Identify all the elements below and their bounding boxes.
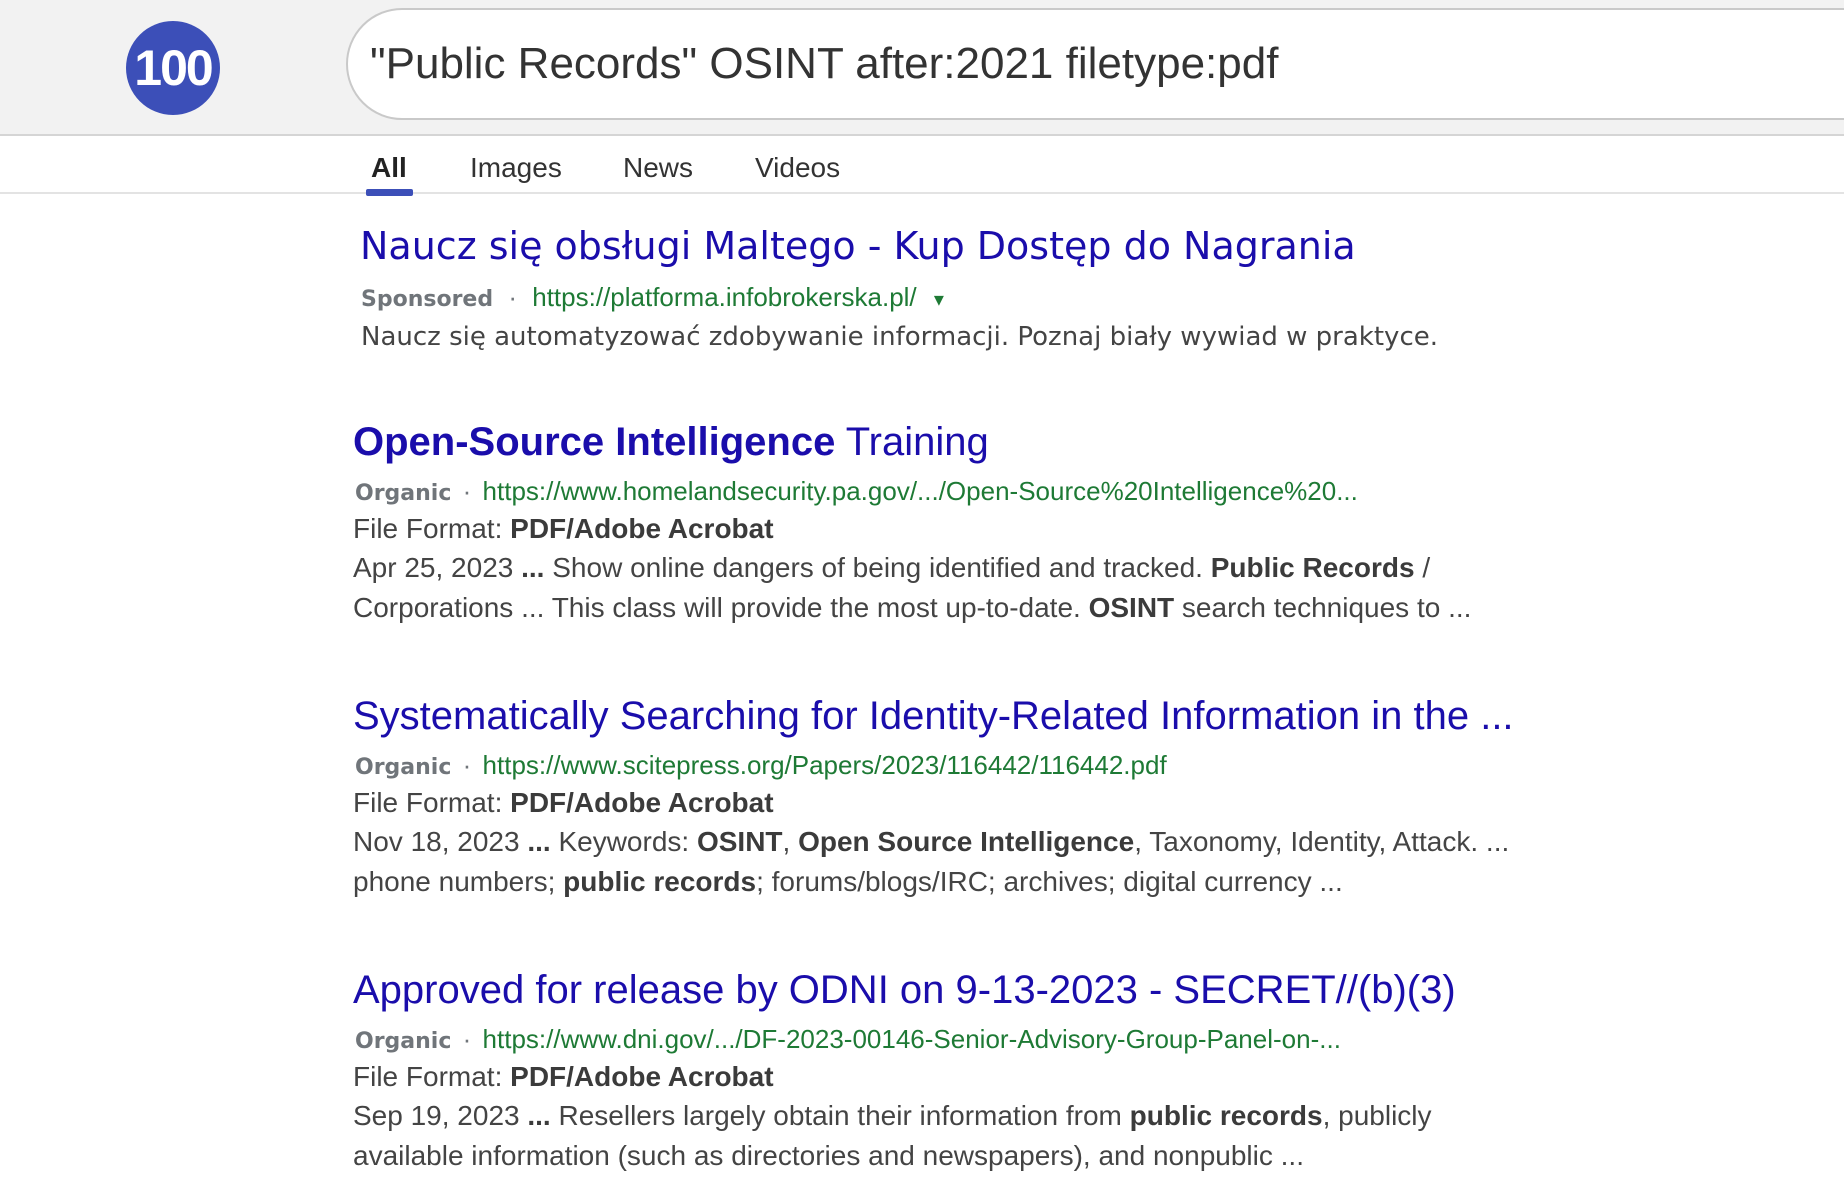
result-url[interactable]: https://www.homelandsecurity.pa.gov/.../… [483,476,1358,506]
result-url[interactable]: https://www.dni.gov/.../DF-2023-00146-Se… [483,1024,1341,1054]
snippet-bold: ... [527,1100,551,1131]
snippet-bold: OSINT [1088,592,1175,623]
file-format-label: File Format: [353,1061,503,1092]
file-format-label: File Format: [353,513,503,544]
result-snippet-line: available information (such as directori… [353,1140,1304,1172]
result-snippet-line: Apr 25, 2023 ... Show online dangers of … [353,552,1430,584]
snippet-text: Resellers largely obtain their informati… [550,1100,1130,1131]
result-title[interactable]: Open-Source Intelligence Training [353,420,989,465]
snippet-bold: Public Records [1210,552,1415,583]
snippet-bold: public records [1129,1100,1323,1131]
sponsored-result-title[interactable]: Naucz się obsługi Maltego - Kup Dostęp d… [360,224,1356,268]
organic-tag: Organic [355,1029,452,1054]
result-snippet-line: phone numbers; public records; forums/bl… [353,866,1343,898]
snippet-text: Sep 19, 2023 [353,1100,528,1131]
separator-dot: · [462,476,472,506]
snippet-text: Nov 18, 2023 [353,826,528,857]
file-format-value: PDF/Adobe Acrobat [510,787,774,818]
separator-dot: · [462,1024,472,1054]
snippet-text: , Taxonomy, Identity, Attack. ... [1134,826,1510,857]
sponsored-result-url[interactable]: https://platforma.infobrokerska.pl/ [532,282,916,312]
organic-tag: Organic [355,755,452,780]
organic-tag: Organic [355,481,452,506]
snippet-bold: Open Source Intelligence [798,826,1135,857]
snippet-bold: OSINT [696,826,783,857]
result-title-rest[interactable]: Training [835,420,989,464]
snippet-text: Corporations ... This class will provide… [353,592,1089,623]
result-meta: Organic · https://www.scitepress.org/Pap… [355,750,1167,781]
site-logo[interactable]: 100 [126,21,220,115]
result-meta: Organic · https://www.dni.gov/.../DF-202… [355,1024,1341,1055]
snippet-text: / [1414,552,1431,583]
snippet-text: ; forums/blogs/IRC; archives; digital cu… [756,866,1343,897]
snippet-text: , publicly [1322,1100,1432,1131]
tab-news[interactable]: News [623,152,693,184]
snippet-text: phone numbers; [353,866,564,897]
snippet-text: Show online dangers of being identified … [544,552,1211,583]
sponsored-result-meta: Sponsored · https://platforma.infobroker… [361,282,944,313]
sponsored-result-description: Naucz się automatyzować zdobywanie infor… [361,322,1438,352]
result-meta: Organic · https://www.homelandsecurity.p… [355,476,1358,507]
file-format-label: File Format: [353,787,503,818]
tab-images[interactable]: Images [470,152,562,184]
search-box[interactable] [346,8,1844,120]
search-tabs: All Images News Videos [0,134,1844,196]
file-format-value: PDF/Adobe Acrobat [510,1061,774,1092]
search-input[interactable] [370,10,1770,118]
result-title-bold[interactable]: Open-Source Intelligence [353,420,835,464]
tab-videos[interactable]: Videos [755,152,840,184]
snippet-text: Keywords: [550,826,697,857]
tab-all[interactable]: All [371,152,407,184]
snippet-text: search techniques to ... [1174,592,1472,623]
result-title[interactable]: Approved for release by ODNI on 9-13-202… [353,968,1456,1013]
snippet-text: , [782,826,799,857]
file-format: File Format: PDF/Adobe Acrobat [353,1061,774,1093]
result-snippet-line: Sep 19, 2023 ... Resellers largely obtai… [353,1100,1432,1132]
file-format: File Format: PDF/Adobe Acrobat [353,787,774,819]
snippet-bold: public records [563,866,757,897]
sponsored-tag: Sponsored [361,287,494,312]
snippet-text: available information (such as directori… [353,1140,1304,1171]
file-format-value: PDF/Adobe Acrobat [510,513,774,544]
result-snippet-line: Corporations ... This class will provide… [353,592,1471,624]
result-title[interactable]: Systematically Searching for Identity-Re… [353,694,1514,739]
separator-dot: · [462,750,472,780]
result-snippet-line: Nov 18, 2023 ... Keywords: OSINT, Open S… [353,826,1509,858]
file-format: File Format: PDF/Adobe Acrobat [353,513,774,545]
top-bar: 100 [0,0,1844,136]
snippet-bold: ... [521,552,545,583]
dropdown-caret-icon[interactable]: ▾ [934,289,944,311]
active-tab-indicator [366,189,413,196]
snippet-bold: ... [527,826,551,857]
snippet-text: Apr 25, 2023 [353,552,522,583]
separator-dot: · [508,282,518,312]
result-url[interactable]: https://www.scitepress.org/Papers/2023/1… [483,750,1167,780]
